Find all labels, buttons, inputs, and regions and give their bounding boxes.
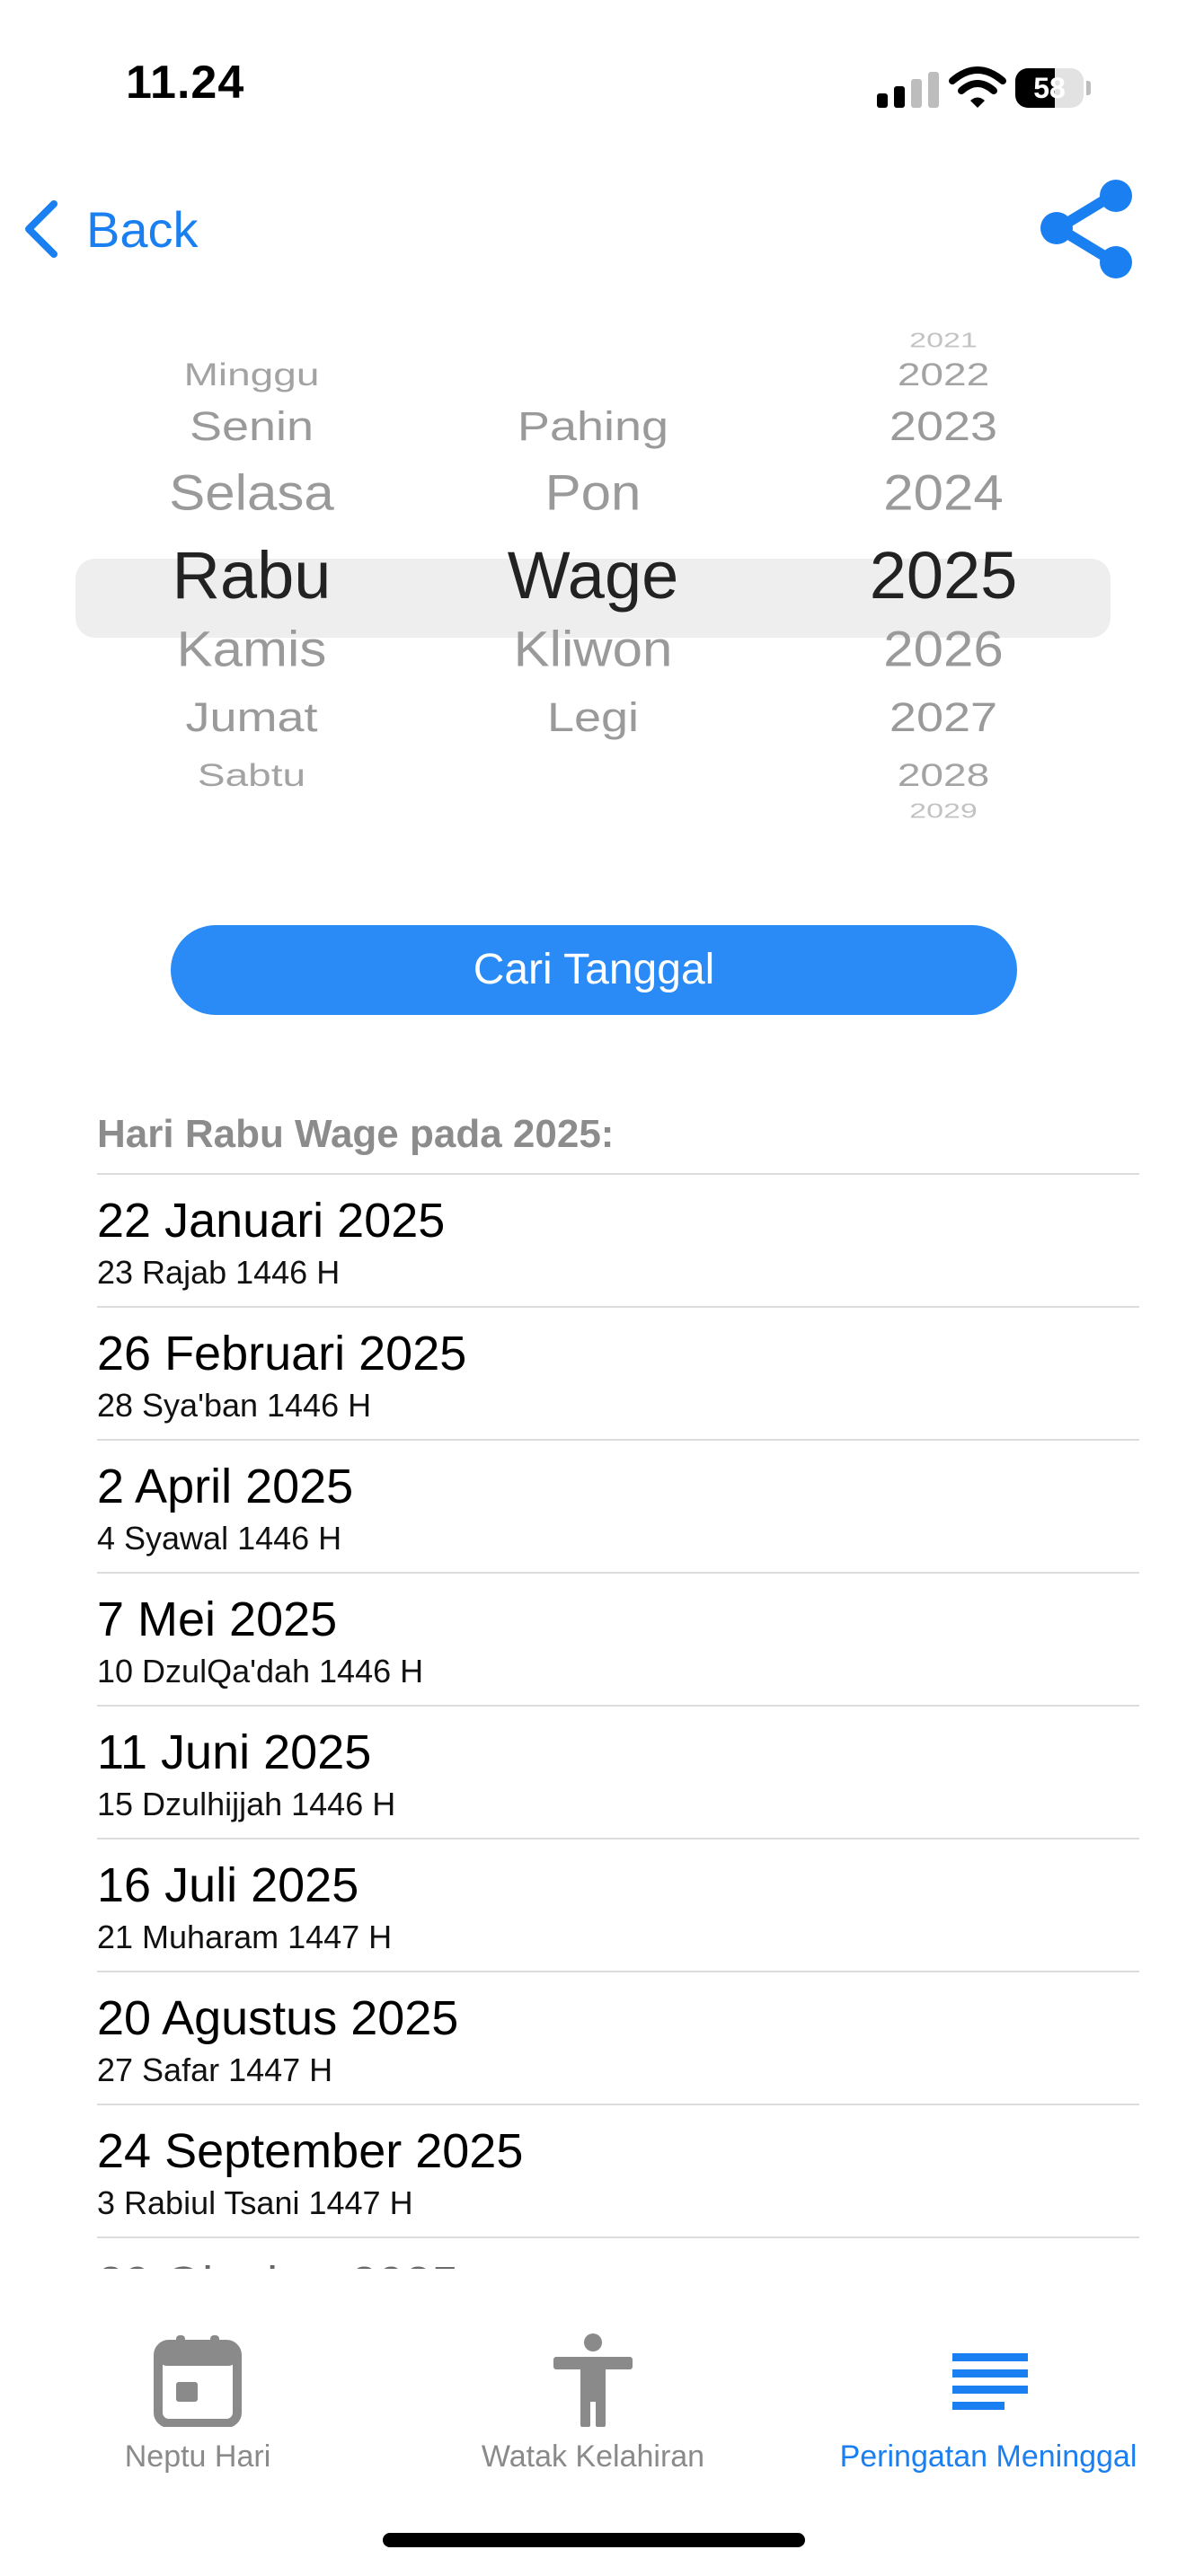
list-fade [0,2245,1186,2299]
day-option[interactable]: Senin [99,403,404,450]
result-row[interactable]: 2 April 2025 4 Syawal 1446 H [97,1441,1139,1572]
day-option[interactable]: Kamis [99,621,404,677]
tab-watak-kelahiran[interactable]: Watak Kelahiran [395,2333,791,2475]
cellular-signal-icon [877,72,939,108]
hijri-date: 21 Muharam 1447 H [97,1919,393,1955]
year-option[interactable]: 2022 [791,356,1096,393]
wifi-icon [949,66,1006,108]
picker-column-day[interactable]: Minggu Senin Selasa Rabu Kamis Jumat Sabtu [99,332,404,862]
tab-neptu-hari[interactable]: Neptu Hari [0,2333,395,2475]
picker-column-year[interactable]: 2021 2022 2023 2024 2025 2026 2027 2028 2029 [791,329,1096,862]
gregorian-date: 26 Februari 2025 [97,1327,467,1381]
gregorian-date: 20 Agustus 2025 [97,1991,459,2045]
gregorian-date: 24 September 2025 [97,2124,524,2178]
tab-label: Peringatan Meninggal [839,2439,1137,2474]
hijri-date: 28 Sya'ban 1446 H [97,1387,372,1424]
year-option[interactable]: 2028 [791,756,1096,793]
day-option[interactable]: Jumat [99,694,404,741]
home-indicator [383,2533,805,2547]
hijri-date: 15 Dzulhijjah 1446 H [97,1786,396,1822]
day-option[interactable]: Sabtu [99,756,404,793]
pasaran-selected[interactable]: Wage [440,537,746,613]
share-icon[interactable] [1033,176,1139,282]
result-row[interactable]: 26 Februari 2025 28 Sya'ban 1446 H [97,1308,1139,1439]
day-option[interactable]: Minggu [99,356,404,393]
back-button[interactable]: Back [22,189,199,269]
tab-label: Watak Kelahiran [481,2439,705,2474]
year-option[interactable]: 2027 [791,694,1096,741]
results-header: Hari Rabu Wage pada 2025: [97,1112,615,1156]
hijri-date: 27 Safar 1447 H [97,2051,333,2088]
pasaran-option[interactable]: Pahing [440,403,746,450]
gregorian-date: 16 Juli 2025 [97,1858,359,1912]
hijri-date: 10 DzulQa'dah 1446 H [97,1653,424,1689]
tab-label: Neptu Hari [124,2439,271,2474]
year-option[interactable]: 2029 [791,799,1096,824]
day-selected[interactable]: Rabu [99,537,404,613]
result-row[interactable]: 7 Mei 2025 10 DzulQa'dah 1446 H [97,1574,1139,1705]
gregorian-date: 22 Januari 2025 [97,1194,446,1248]
year-option[interactable]: 2026 [791,621,1096,677]
day-option[interactable]: Selasa [99,464,404,521]
pasaran-option[interactable]: Pon [440,464,746,521]
result-row[interactable]: 11 Juni 2025 15 Dzulhijjah 1446 H [97,1707,1139,1838]
picker-column-pasaran[interactable]: Pahing Pon Wage Kliwon Legi [440,332,746,862]
year-option[interactable]: 2023 [791,403,1096,450]
hijri-date: 3 Rabiul Tsani 1447 H [97,2184,413,2221]
back-label: Back [86,200,199,258]
year-selected[interactable]: 2025 [791,537,1096,613]
gregorian-date: 7 Mei 2025 [97,1592,338,1646]
hijri-date: 23 Rajab 1446 H [97,1254,341,1291]
date-picker[interactable]: Minggu Senin Selasa Rabu Kamis Jumat Sabtu Pah… [0,329,1186,862]
gregorian-date: 2 April 2025 [97,1460,354,1513]
year-option[interactable]: 2024 [791,464,1096,521]
result-row[interactable]: 16 Juli 2025 21 Muharam 1447 H [97,1839,1139,1971]
calendar-icon [154,2335,242,2427]
result-row[interactable]: 24 September 2025 3 Rabiul Tsani 1447 H [97,2105,1139,2236]
list-icon [952,2353,1028,2410]
tab-peringatan-meninggal[interactable]: Peringatan Meninggal [791,2333,1186,2475]
battery-icon: 58 [1015,68,1091,108]
search-date-button[interactable]: Cari Tanggal [171,925,1017,1015]
result-row[interactable]: 22 Januari 2025 23 Rajab 1446 H [97,1175,1139,1306]
year-option[interactable]: 2021 [791,329,1096,353]
chevron-left-icon [25,200,58,258]
gregorian-date: 11 Juni 2025 [97,1725,372,1779]
hijri-date: 4 Syawal 1446 H [97,1520,342,1557]
status-time: 11.24 [126,57,245,109]
battery-percent: 58 [1033,72,1066,104]
results-list[interactable]: 22 Januari 2025 23 Rajab 1446 H 26 Februar… [97,1173,1139,2269]
pasaran-option[interactable]: Legi [440,694,746,741]
pasaran-option[interactable]: Kliwon [440,621,746,677]
person-icon [553,2333,633,2427]
result-row[interactable]: 20 Agustus 2025 27 Safar 1447 H [97,1972,1139,2104]
